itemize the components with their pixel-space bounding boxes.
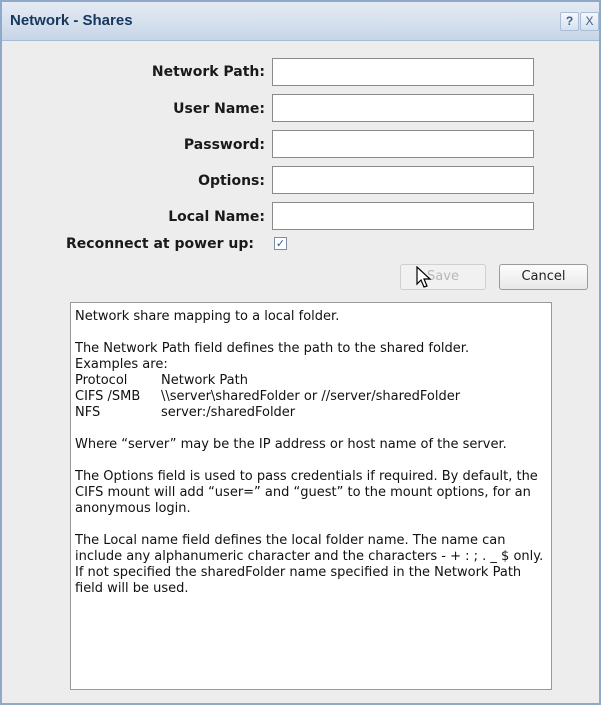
options-label: Options: [198, 173, 265, 189]
user-name-input[interactable] [272, 94, 534, 122]
dialog-title: Network - Shares [10, 12, 133, 29]
reconnect-checkbox[interactable]: ✓ [274, 237, 287, 250]
mouse-cursor-icon [416, 266, 432, 288]
cancel-button[interactable]: Cancel [499, 264, 588, 290]
example-path: \\server\sharedFolder or //server/shared… [161, 389, 461, 404]
help-path-desc: The Network Path field defines the path … [75, 341, 470, 356]
reconnect-label: Reconnect at power up: [66, 236, 254, 252]
help-intro: Network share mapping to a local folder. [75, 309, 340, 324]
close-icon[interactable]: X [580, 12, 599, 31]
network-path-label: Network Path: [151, 64, 265, 80]
password-input[interactable] [272, 130, 534, 158]
help-icon[interactable]: ? [560, 12, 579, 31]
help-server-note: Where “server” may be the IP address or … [75, 437, 507, 452]
network-shares-dialog: Network - Shares ? X Network Path: User … [0, 0, 601, 705]
help-local-note: The Local name field defines the local f… [75, 533, 544, 596]
local-name-label: Local Name: [168, 209, 265, 225]
password-label: Password: [183, 137, 265, 153]
example-protocol: CIFS /SMB [75, 389, 141, 404]
example-row: NFS server:/sharedFolder [75, 405, 547, 421]
save-button[interactable]: Save [400, 264, 486, 290]
help-examples-heading: Examples are: [75, 357, 168, 372]
example-row: CIFS /SMB \\server\sharedFolder or //ser… [75, 389, 547, 405]
example-protocol: Protocol [75, 373, 128, 388]
help-text-panel: Network share mapping to a local folder.… [70, 302, 552, 690]
example-path: server:/sharedFolder [161, 405, 296, 420]
title-bar[interactable]: Network - Shares ? X [2, 2, 599, 41]
options-input[interactable] [272, 166, 534, 194]
example-row: Protocol Network Path [75, 373, 547, 389]
local-name-input[interactable] [272, 202, 534, 230]
network-path-input[interactable] [272, 58, 534, 86]
example-path: Network Path [161, 373, 248, 388]
help-options-note: The Options field is used to pass creden… [75, 469, 538, 516]
user-name-label: User Name: [173, 101, 265, 117]
example-protocol: NFS [75, 405, 101, 420]
